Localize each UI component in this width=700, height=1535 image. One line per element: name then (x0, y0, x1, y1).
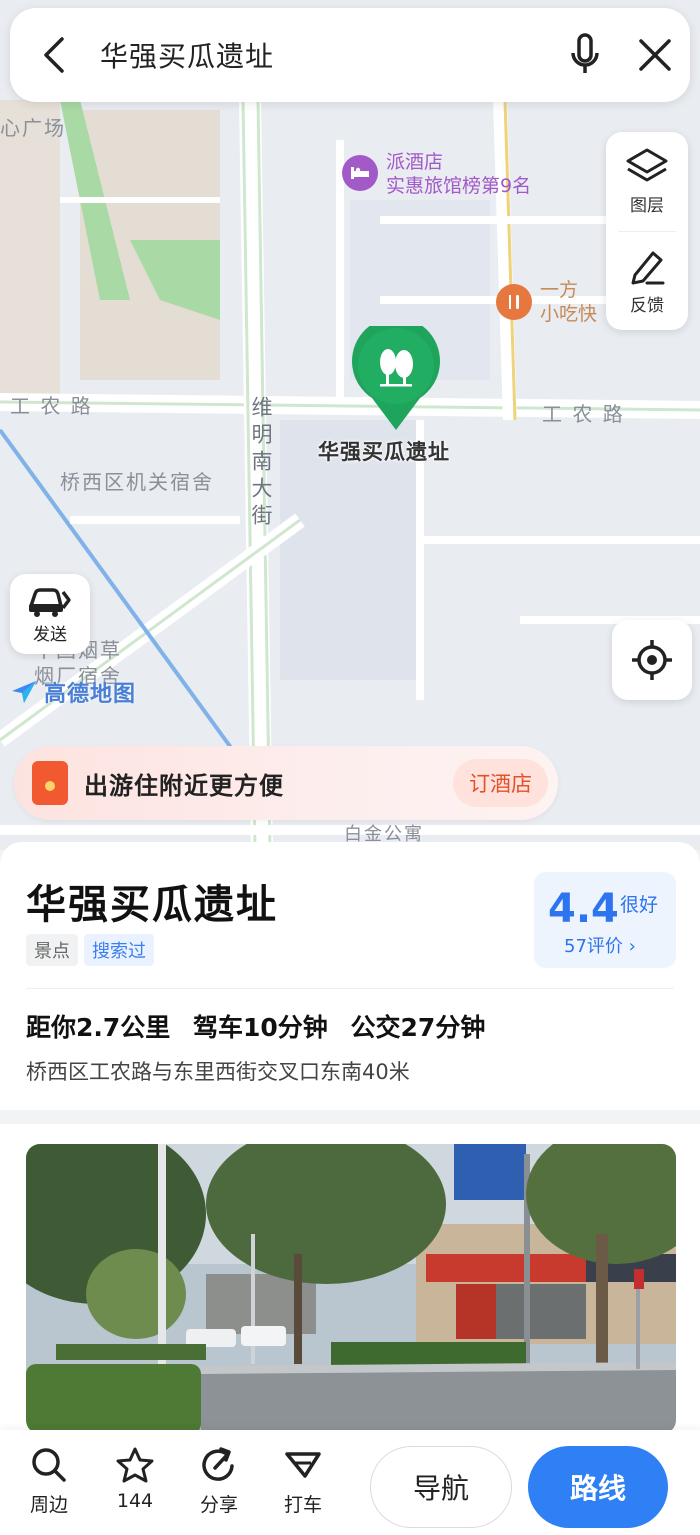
map-label-gongnong-right: 工 农 路 (542, 402, 625, 426)
share-button[interactable]: 分享 (184, 1446, 254, 1517)
layers-icon (626, 148, 668, 182)
my-location-button[interactable] (612, 620, 692, 700)
address-text: 桥西区工农路与东里西街交叉口东南40米 (26, 1060, 410, 1084)
search-icon (32, 1448, 66, 1482)
promo-text: 出游住附近更方便 (84, 771, 284, 800)
map-label-jiguan: 桥西区机关宿舍 (60, 470, 214, 494)
hotel-poi-icon[interactable] (342, 155, 378, 191)
favorite-count: 144 (116, 1490, 154, 1512)
rating-box[interactable]: 4.4 很好 57评价 › (534, 872, 676, 968)
nearby-label: 周边 (29, 1494, 68, 1516)
back-button[interactable] (10, 8, 100, 102)
taxi-button[interactable]: 打车 (268, 1446, 338, 1517)
rating-score: 4.4 (548, 886, 619, 932)
map-label-guangchang: 心广场 (0, 116, 66, 140)
taxi-icon (285, 1452, 321, 1478)
star-icon (116, 1447, 154, 1483)
navigate-button[interactable]: 导航 (370, 1446, 512, 1528)
hotel-poi-name[interactable]: 派酒店 (386, 150, 443, 174)
book-hotel-button[interactable]: 订酒店 (453, 759, 548, 807)
amap-logo-text: 高德地图 (44, 682, 137, 707)
section-gap (0, 1110, 700, 1124)
drive-time-text: 驾车10分钟 (193, 1013, 328, 1042)
restaurant-poi-icon[interactable] (496, 284, 532, 320)
feedback-button[interactable]: 反馈 (606, 232, 688, 331)
taxi-label: 打车 (283, 1494, 322, 1516)
street-photo-image (26, 1144, 676, 1434)
locate-crosshair-icon (632, 640, 672, 680)
voice-search-button[interactable] (550, 8, 620, 102)
layers-button[interactable]: 图层 (606, 132, 688, 231)
favorite-button[interactable]: 144 (100, 1446, 170, 1512)
route-button[interactable]: 路线 (528, 1446, 668, 1528)
clear-search-button[interactable] (620, 8, 690, 102)
map-tool-panel: 图层 反馈 (606, 132, 688, 330)
bottom-action-bar: 周边 144 分享 打车 导航 路线 (0, 1430, 700, 1535)
amap-logo: 高德地图 (10, 676, 136, 708)
search-input[interactable]: 华强买瓜遗址 (100, 35, 550, 75)
distance-text: 距你2.7公里 (26, 1013, 171, 1042)
share-label: 分享 (199, 1494, 238, 1516)
map-view[interactable]: 心广场 工 农 路 工 农 路 维明南大街 桥西区机关宿舍 中国烟草 烟厂宿舍 … (0, 0, 700, 850)
rating-word: 很好 (620, 894, 659, 916)
send-to-car-button[interactable]: 发送 (10, 574, 90, 654)
layers-label: 图层 (630, 196, 664, 216)
send-car-icon (29, 587, 71, 617)
send-label: 发送 (33, 624, 67, 645)
review-count-link[interactable]: 57评价 › (564, 932, 636, 958)
hotel-poi-sub: 实惠旅馆榜第9名 (386, 175, 532, 197)
microphone-icon (571, 33, 599, 73)
share-icon (202, 1447, 234, 1481)
place-title: 华强买瓜遗址 (26, 882, 278, 928)
nearby-button[interactable]: 周边 (14, 1446, 84, 1517)
red-packet-icon (32, 761, 68, 805)
marker-label: 华强买瓜遗址 (318, 440, 450, 464)
divider (26, 988, 674, 989)
feedback-label: 反馈 (630, 296, 664, 316)
bus-time-text: 公交27分钟 (350, 1013, 486, 1042)
search-bar: 华强买瓜遗址 (10, 8, 690, 102)
travel-info: 距你2.7公里 驾车10分钟 公交27分钟 (26, 1008, 499, 1044)
close-icon (639, 39, 671, 71)
hotel-promo-banner[interactable]: 出游住附近更方便 订酒店 (14, 746, 558, 820)
place-tags: 景点 搜索过 (26, 934, 160, 966)
feedback-pen-icon (631, 251, 665, 285)
amap-logo-icon (12, 681, 36, 703)
searched-tag: 搜索过 (84, 934, 154, 966)
restaurant-poi-name[interactable]: 一方 (540, 278, 578, 302)
location-marker-icon[interactable] (350, 326, 442, 434)
restaurant-poi-sub: 小吃快 (540, 303, 598, 325)
back-arrow-icon (44, 37, 64, 73)
map-label-gongnong-left: 工 农 路 (10, 394, 93, 418)
map-label-weiming: 维明南大街 (249, 396, 273, 531)
category-tag: 景点 (26, 934, 78, 966)
place-photo[interactable] (26, 1144, 676, 1434)
